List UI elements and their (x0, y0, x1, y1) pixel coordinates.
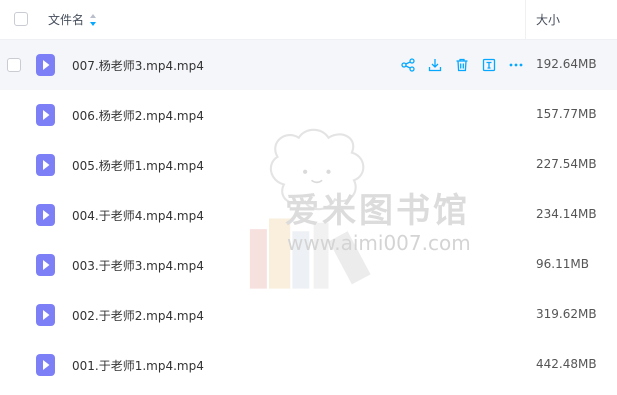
download-icon[interactable] (426, 56, 444, 74)
video-file-icon (36, 54, 55, 76)
rename-icon[interactable] (480, 56, 498, 74)
file-name[interactable]: 005.杨老师1.mp4.mp4 (72, 157, 204, 174)
watermark-title: 爱米图书馆 (285, 191, 470, 231)
file-name[interactable]: 007.杨老师3.mp4.mp4 (72, 57, 204, 74)
size-column-header[interactable]: 大小 (536, 11, 560, 28)
delete-icon[interactable] (453, 56, 471, 74)
row-checkbox[interactable] (7, 58, 21, 72)
video-file-icon (36, 254, 55, 276)
watermark-url: www.aimi007.com (287, 231, 471, 255)
column-divider[interactable] (525, 0, 526, 40)
table-row[interactable]: 006.杨老师2.mp4.mp4 157.77MB (0, 90, 617, 140)
sort-icon[interactable] (89, 13, 97, 27)
file-size: 442.48MB (536, 357, 597, 371)
file-size: 319.62MB (536, 307, 597, 321)
video-file-icon (36, 154, 55, 176)
file-name[interactable]: 001.于老师1.mp4.mp4 (72, 357, 204, 374)
video-file-icon (36, 354, 55, 376)
file-size: 96.11MB (536, 257, 589, 271)
file-size: 192.64MB (536, 57, 597, 71)
file-name[interactable]: 006.杨老师2.mp4.mp4 (72, 107, 204, 124)
file-name[interactable]: 002.于老师2.mp4.mp4 (72, 307, 204, 324)
file-size: 157.77MB (536, 107, 597, 121)
name-column-label: 文件名 (48, 13, 85, 27)
video-file-icon (36, 304, 55, 326)
table-row[interactable]: 007.杨老师3.mp4.mp4 192.64MB (0, 40, 617, 90)
select-all-checkbox[interactable] (14, 12, 28, 26)
video-file-icon (36, 104, 55, 126)
more-icon[interactable] (507, 56, 525, 74)
video-file-icon (36, 204, 55, 226)
name-column-header[interactable]: 文件名 (48, 11, 97, 28)
file-name[interactable]: 004.于老师4.mp4.mp4 (72, 207, 204, 224)
file-size: 234.14MB (536, 207, 597, 221)
file-name[interactable]: 003.于老师3.mp4.mp4 (72, 257, 204, 274)
share-icon[interactable] (399, 56, 417, 74)
row-actions (399, 56, 525, 74)
file-size: 227.54MB (536, 157, 597, 171)
table-row[interactable]: 002.于老师2.mp4.mp4 319.62MB (0, 290, 617, 340)
table-row[interactable]: 001.于老师1.mp4.mp4 442.48MB (0, 340, 617, 390)
file-list-header: 文件名 大小 (0, 0, 617, 40)
